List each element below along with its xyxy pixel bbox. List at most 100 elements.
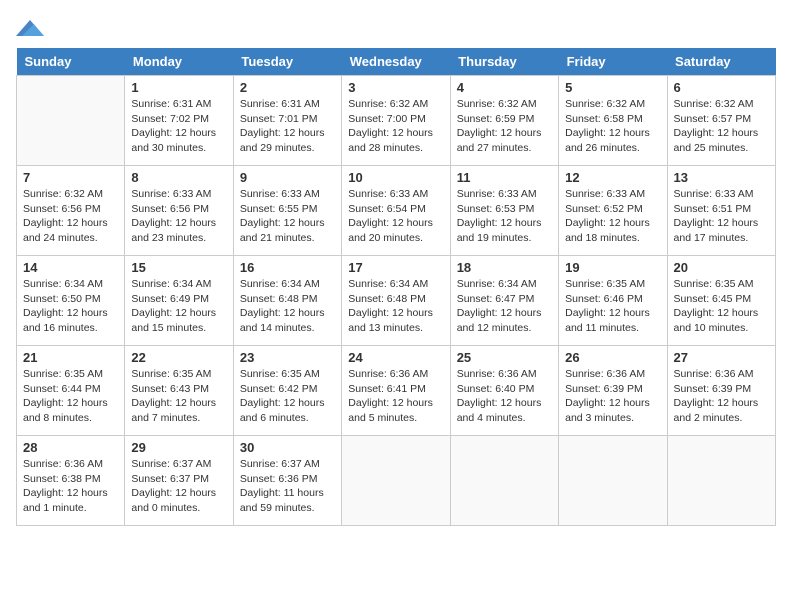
day-info: Sunrise: 6:36 AMSunset: 6:40 PMDaylight:… [457, 367, 552, 426]
day-info: Sunrise: 6:33 AMSunset: 6:56 PMDaylight:… [131, 187, 226, 246]
header-friday: Friday [559, 48, 667, 76]
logo-icon [16, 16, 44, 40]
day-info: Sunrise: 6:33 AMSunset: 6:55 PMDaylight:… [240, 187, 335, 246]
calendar-cell: 28 Sunrise: 6:36 AMSunset: 6:38 PMDayligh… [17, 436, 125, 526]
header [16, 16, 776, 40]
calendar-cell: 10Sunrise: 6:33 AMSunset: 6:54 PMDayligh… [342, 166, 450, 256]
day-info: Sunrise: 6:32 AMSunset: 6:56 PMDaylight:… [23, 187, 118, 246]
day-number: 23 [240, 350, 335, 365]
calendar-cell: 17 Sunrise: 6:34 AMSunset: 6:48 PMDayligh… [342, 256, 450, 346]
week-row-3: 14 Sunrise: 6:34 AMSunset: 6:50 PMDayligh… [17, 256, 776, 346]
calendar-cell: 7 Sunrise: 6:32 AMSunset: 6:56 PMDaylight… [17, 166, 125, 256]
day-info: Sunrise: 6:35 AMSunset: 6:44 PMDaylight:… [23, 367, 118, 426]
day-number: 16 [240, 260, 335, 275]
day-number: 22 [131, 350, 226, 365]
header-wednesday: Wednesday [342, 48, 450, 76]
day-info: Sunrise: 6:35 AMSunset: 6:43 PMDaylight:… [131, 367, 226, 426]
day-number: 25 [457, 350, 552, 365]
day-number: 12 [565, 170, 660, 185]
header-saturday: Saturday [667, 48, 775, 76]
calendar-cell: 19Sunrise: 6:35 AMSunset: 6:46 PMDayligh… [559, 256, 667, 346]
day-number: 15 [131, 260, 226, 275]
day-info: Sunrise: 6:32 AMSunset: 6:58 PMDaylight:… [565, 97, 660, 156]
calendar-cell [667, 436, 775, 526]
day-number: 27 [674, 350, 769, 365]
header-tuesday: Tuesday [233, 48, 341, 76]
day-info: Sunrise: 6:33 AMSunset: 6:51 PMDaylight:… [674, 187, 769, 246]
day-info: Sunrise: 6:36 AMSunset: 6:39 PMDaylight:… [565, 367, 660, 426]
calendar-cell: 13 Sunrise: 6:33 AMSunset: 6:51 PMDayligh… [667, 166, 775, 256]
day-info: Sunrise: 6:35 AMSunset: 6:42 PMDaylight:… [240, 367, 335, 426]
calendar-cell: 8 Sunrise: 6:33 AMSunset: 6:56 PMDaylight… [125, 166, 233, 256]
day-number: 13 [674, 170, 769, 185]
logo [16, 16, 48, 40]
calendar-cell: 18 Sunrise: 6:34 AMSunset: 6:47 PMDayligh… [450, 256, 558, 346]
calendar-cell: 16Sunrise: 6:34 AMSunset: 6:48 PMDayligh… [233, 256, 341, 346]
day-number: 11 [457, 170, 552, 185]
day-info: Sunrise: 6:34 AMSunset: 6:48 PMDaylight:… [348, 277, 443, 336]
calendar-cell: 27 Sunrise: 6:36 AMSunset: 6:39 PMDayligh… [667, 346, 775, 436]
day-info: Sunrise: 6:32 AMSunset: 6:59 PMDaylight:… [457, 97, 552, 156]
day-info: Sunrise: 6:36 AMSunset: 6:39 PMDaylight:… [674, 367, 769, 426]
calendar-cell: 5Sunrise: 6:32 AMSunset: 6:58 PMDaylight… [559, 76, 667, 166]
day-info: Sunrise: 6:33 AMSunset: 6:53 PMDaylight:… [457, 187, 552, 246]
calendar-cell [559, 436, 667, 526]
calendar-cell: 11 Sunrise: 6:33 AMSunset: 6:53 PMDayligh… [450, 166, 558, 256]
day-number: 18 [457, 260, 552, 275]
day-number: 17 [348, 260, 443, 275]
calendar-cell: 4 Sunrise: 6:32 AMSunset: 6:59 PMDaylight… [450, 76, 558, 166]
day-number: 19 [565, 260, 660, 275]
day-number: 29 [131, 440, 226, 455]
day-info: Sunrise: 6:34 AMSunset: 6:47 PMDaylight:… [457, 277, 552, 336]
day-info: Sunrise: 6:34 AMSunset: 6:49 PMDaylight:… [131, 277, 226, 336]
day-info: Sunrise: 6:36 AMSunset: 6:38 PMDaylight:… [23, 457, 118, 516]
calendar-cell: 21 Sunrise: 6:35 AMSunset: 6:44 PMDayligh… [17, 346, 125, 436]
calendar-cell: 25 Sunrise: 6:36 AMSunset: 6:40 PMDayligh… [450, 346, 558, 436]
day-number: 3 [348, 80, 443, 95]
day-number: 4 [457, 80, 552, 95]
header-thursday: Thursday [450, 48, 558, 76]
day-number: 28 [23, 440, 118, 455]
week-row-2: 7 Sunrise: 6:32 AMSunset: 6:56 PMDaylight… [17, 166, 776, 256]
calendar-cell: 9 Sunrise: 6:33 AMSunset: 6:55 PMDaylight… [233, 166, 341, 256]
calendar-cell: 1Sunrise: 6:31 AMSunset: 7:02 PMDaylight… [125, 76, 233, 166]
calendar-cell: 23 Sunrise: 6:35 AMSunset: 6:42 PMDayligh… [233, 346, 341, 436]
calendar-cell [450, 436, 558, 526]
day-number: 7 [23, 170, 118, 185]
header-sunday: Sunday [17, 48, 125, 76]
calendar-table: SundayMondayTuesdayWednesdayThursdayFrid… [16, 48, 776, 526]
calendar-cell: 29 Sunrise: 6:37 AMSunset: 6:37 PMDayligh… [125, 436, 233, 526]
week-row-1: 1Sunrise: 6:31 AMSunset: 7:02 PMDaylight… [17, 76, 776, 166]
calendar-cell: 15 Sunrise: 6:34 AMSunset: 6:49 PMDayligh… [125, 256, 233, 346]
day-info: Sunrise: 6:32 AMSunset: 7:00 PMDaylight:… [348, 97, 443, 156]
day-number: 9 [240, 170, 335, 185]
day-info: Sunrise: 6:35 AMSunset: 6:45 PMDaylight:… [674, 277, 769, 336]
calendar-cell: 24Sunrise: 6:36 AMSunset: 6:41 PMDayligh… [342, 346, 450, 436]
day-number: 14 [23, 260, 118, 275]
day-info: Sunrise: 6:31 AMSunset: 7:01 PMDaylight:… [240, 97, 335, 156]
day-info: Sunrise: 6:34 AMSunset: 6:50 PMDaylight:… [23, 277, 118, 336]
day-number: 24 [348, 350, 443, 365]
calendar-cell: 12 Sunrise: 6:33 AMSunset: 6:52 PMDayligh… [559, 166, 667, 256]
calendar-cell: 30 Sunrise: 6:37 AMSunset: 6:36 PMDayligh… [233, 436, 341, 526]
calendar-cell: 20 Sunrise: 6:35 AMSunset: 6:45 PMDayligh… [667, 256, 775, 346]
day-number: 2 [240, 80, 335, 95]
day-number: 10 [348, 170, 443, 185]
header-monday: Monday [125, 48, 233, 76]
day-number: 26 [565, 350, 660, 365]
header-row: SundayMondayTuesdayWednesdayThursdayFrid… [17, 48, 776, 76]
day-number: 21 [23, 350, 118, 365]
calendar-cell [342, 436, 450, 526]
day-number: 20 [674, 260, 769, 275]
week-row-5: 28 Sunrise: 6:36 AMSunset: 6:38 PMDayligh… [17, 436, 776, 526]
day-info: Sunrise: 6:33 AMSunset: 6:52 PMDaylight:… [565, 187, 660, 246]
day-info: Sunrise: 6:37 AMSunset: 6:36 PMDaylight:… [240, 457, 335, 516]
week-row-4: 21 Sunrise: 6:35 AMSunset: 6:44 PMDayligh… [17, 346, 776, 436]
day-info: Sunrise: 6:31 AMSunset: 7:02 PMDaylight:… [131, 97, 226, 156]
calendar-cell: 6Sunrise: 6:32 AMSunset: 6:57 PMDaylight… [667, 76, 775, 166]
day-number: 8 [131, 170, 226, 185]
calendar-cell: 22 Sunrise: 6:35 AMSunset: 6:43 PMDayligh… [125, 346, 233, 436]
day-info: Sunrise: 6:37 AMSunset: 6:37 PMDaylight:… [131, 457, 226, 516]
day-number: 30 [240, 440, 335, 455]
calendar-cell: 2 Sunrise: 6:31 AMSunset: 7:01 PMDaylight… [233, 76, 341, 166]
